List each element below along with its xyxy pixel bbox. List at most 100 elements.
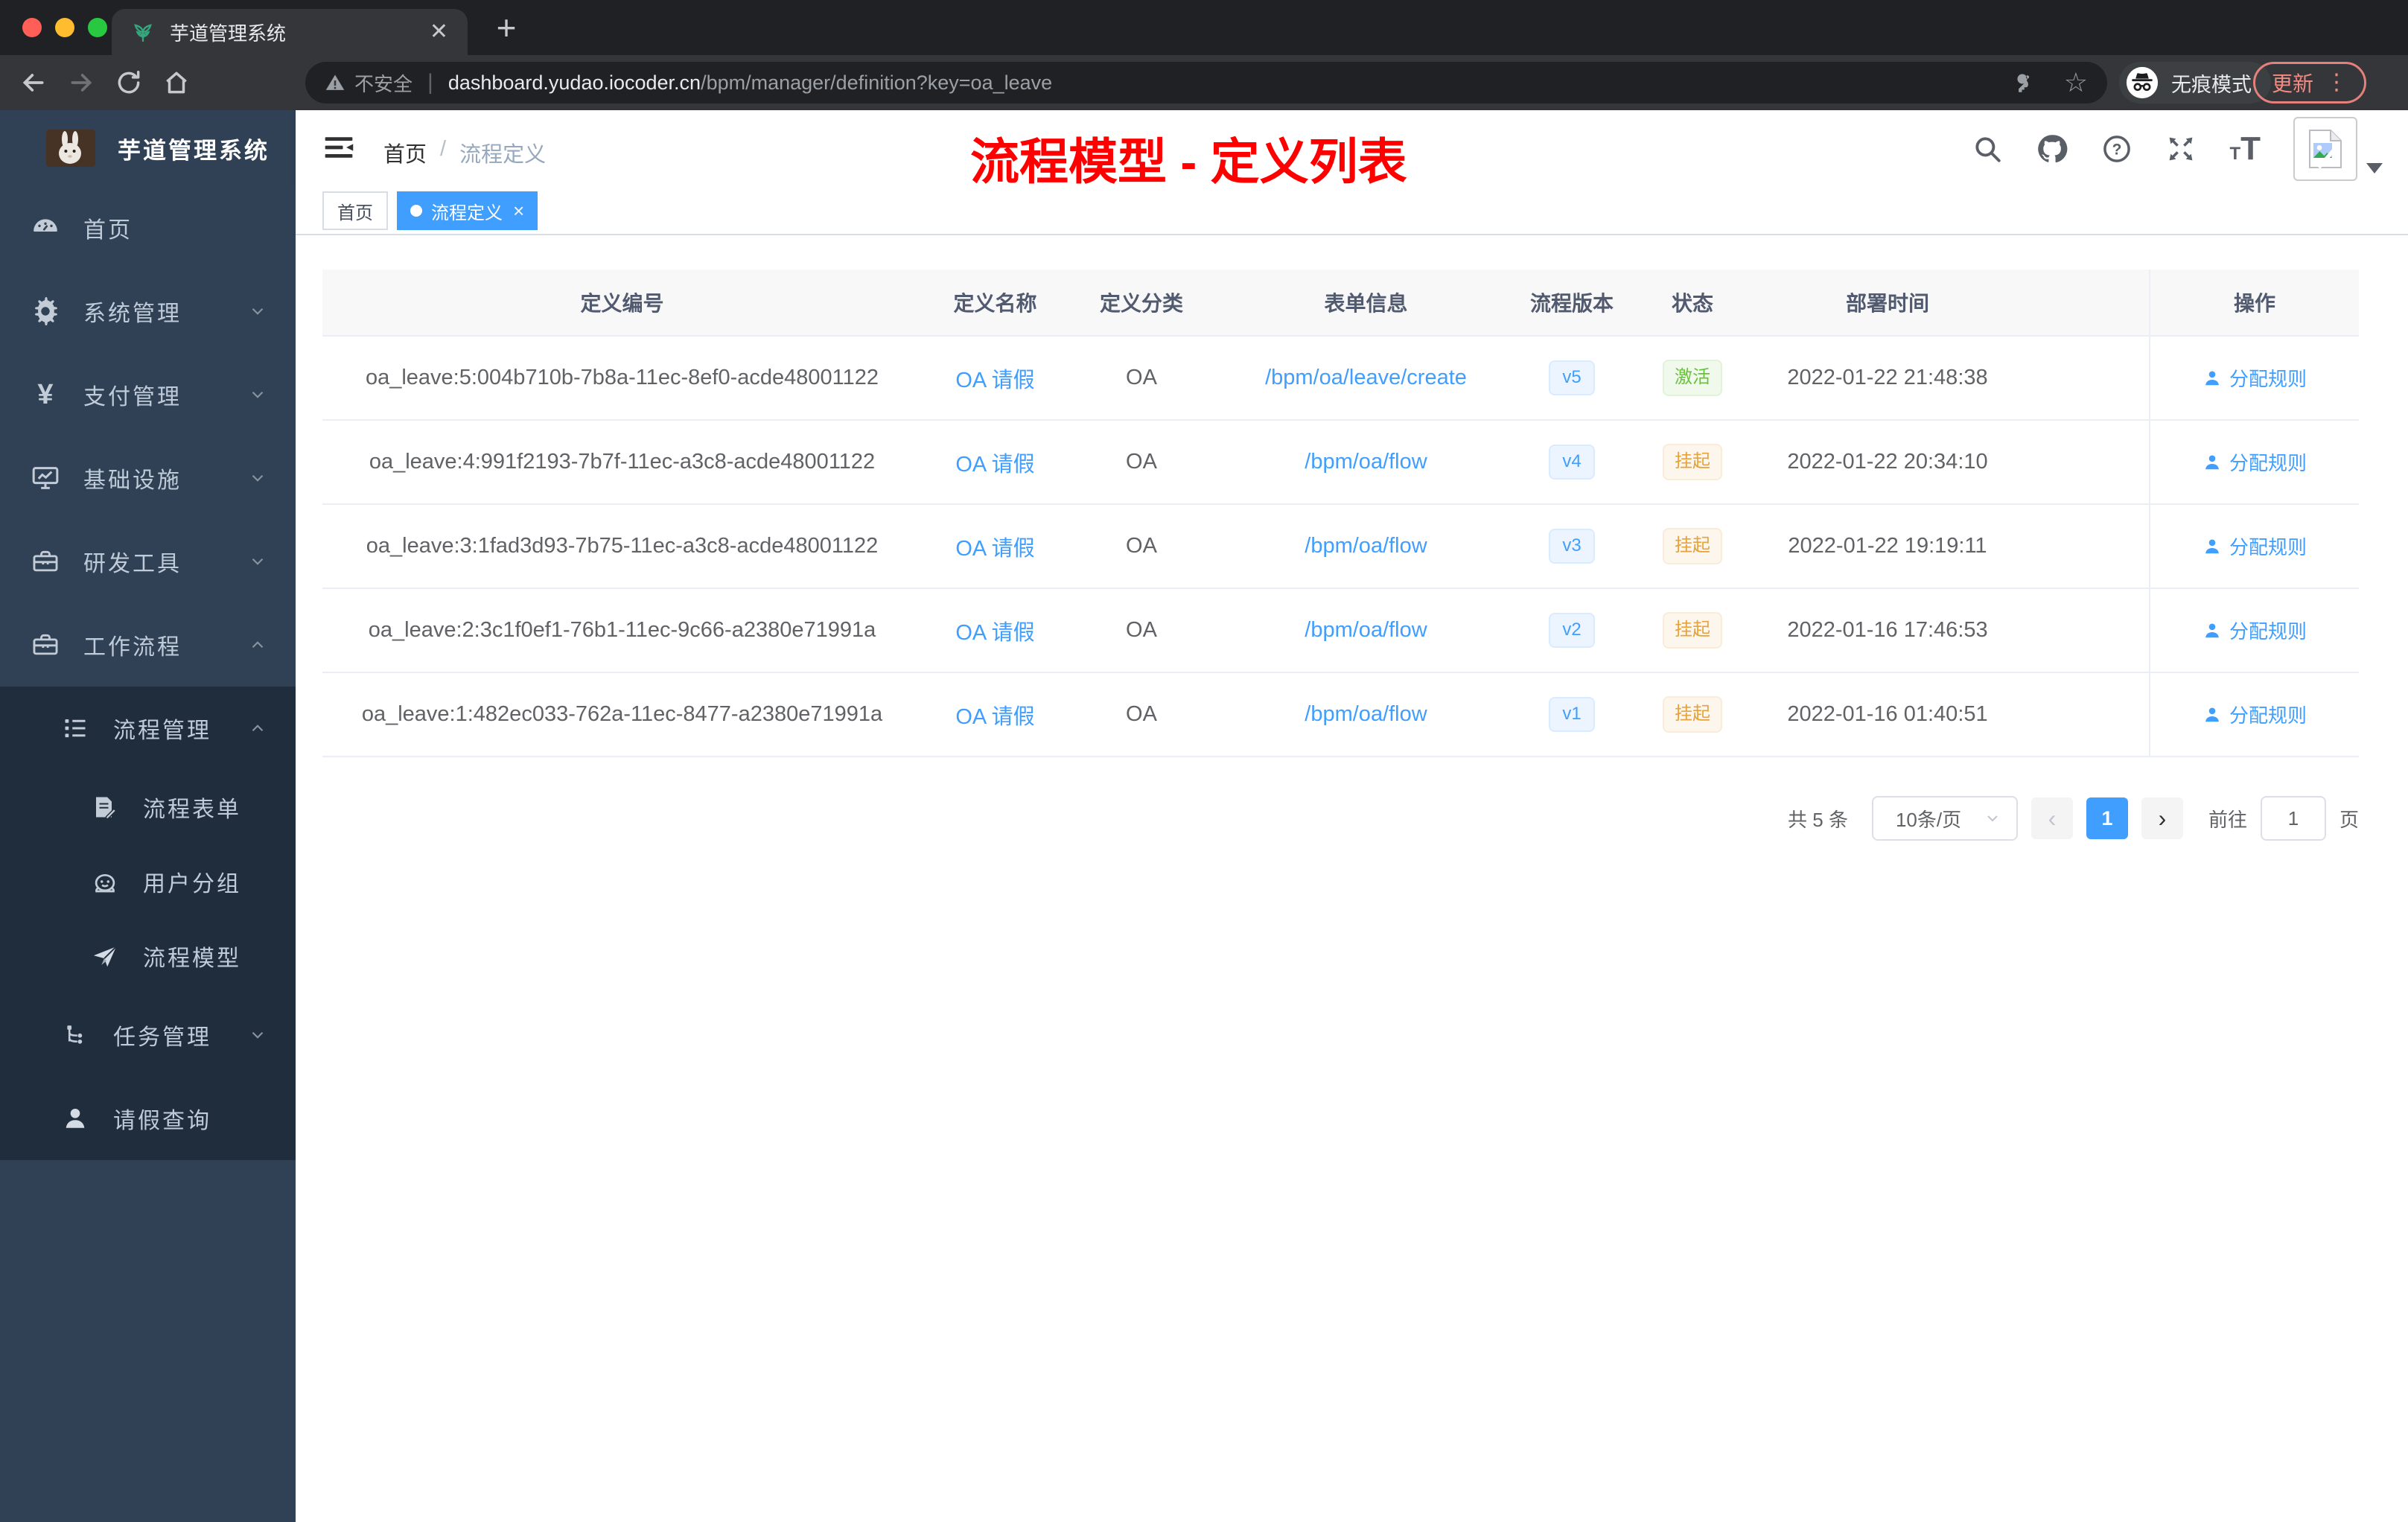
current-page-button[interactable]: 1 — [2086, 797, 2128, 839]
goto-page-input[interactable] — [2260, 796, 2326, 841]
address-bar[interactable]: 不安全 | dashboard.yudao.iocoder.cn/bpm/man… — [305, 62, 2107, 104]
sidebar-item-process-management[interactable]: 流程管理 — [0, 687, 296, 770]
window-minimize-button[interactable] — [55, 18, 74, 37]
sidebar-logo-row[interactable]: 芋道管理系统 — [0, 110, 296, 186]
gear-icon — [28, 297, 63, 325]
page-unit-label: 页 — [2339, 808, 2359, 831]
chevron-down-icon — [248, 552, 267, 571]
github-icon[interactable] — [2036, 133, 2068, 165]
assign-rule-link[interactable]: 分配规则 — [2202, 532, 2307, 560]
definition-name-link[interactable]: OA 请假 — [955, 537, 1034, 561]
tag-process-definition[interactable]: 流程定义 × — [397, 191, 538, 230]
status-badge: 挂起 — [1663, 528, 1722, 564]
sidebar-item-process-form[interactable]: 流程表单 — [0, 770, 296, 844]
url-divider: | — [427, 70, 433, 95]
definition-id: oa_leave:5:004b710b-7b8a-11ec-8ef0-acde4… — [365, 366, 879, 389]
form-link[interactable]: /bpm/oa/flow — [1305, 618, 1427, 642]
definition-name-link[interactable]: OA 请假 — [955, 705, 1034, 729]
definition-name-link[interactable]: OA 请假 — [955, 621, 1034, 645]
sidebar-item-leave-query[interactable]: 请假查询 — [0, 1077, 296, 1160]
svg-text:?: ? — [2112, 141, 2122, 158]
sidebar-item-label: 用户分组 — [143, 872, 241, 897]
paper-plane-icon — [88, 942, 122, 970]
sidebar-item-task-management[interactable]: 任务管理 — [0, 993, 296, 1077]
chevron-down-icon — [248, 385, 267, 404]
window-controls[interactable] — [22, 18, 107, 37]
deploy-time: 2022-01-16 17:46:53 — [1787, 618, 1988, 642]
assign-rule-link[interactable]: 分配规则 — [2202, 617, 2307, 644]
reload-icon[interactable] — [106, 55, 152, 110]
form-link[interactable]: /bpm/oa/flow — [1305, 702, 1427, 726]
deploy-time: 2022-01-22 20:34:10 — [1787, 450, 1988, 474]
search-icon[interactable] — [1972, 133, 2003, 165]
url-host[interactable]: dashboard.yudao.iocoder.cn — [448, 71, 701, 95]
navbar-actions: ? TT — [1972, 110, 2383, 188]
briefcase-icon — [28, 631, 63, 659]
column-header-form: 表单信息 — [1324, 292, 1408, 315]
font-size-icon[interactable]: TT — [2229, 133, 2261, 165]
form-link[interactable]: /bpm/oa/leave/create — [1265, 366, 1467, 389]
sidebar-item-label: 流程表单 — [143, 797, 241, 822]
sidebar-item-payment[interactable]: ¥ 支付管理 — [0, 353, 296, 436]
sidebar-item-workflow[interactable]: 工作流程 — [0, 603, 296, 687]
help-icon[interactable]: ? — [2101, 133, 2133, 165]
prev-page-button[interactable]: ‹ — [2030, 797, 2073, 839]
sidebar-item-user-group[interactable]: 用户分组 — [0, 844, 296, 919]
definition-name-link[interactable]: OA 请假 — [955, 453, 1034, 477]
forward-icon[interactable] — [58, 55, 104, 110]
tag-close-icon[interactable]: × — [513, 200, 524, 223]
definition-id: oa_leave:4:991f2193-7b7f-11ec-a3c8-acde4… — [369, 450, 876, 474]
sidebar-collapse-icon[interactable] — [322, 131, 355, 164]
user-avatar-menu[interactable] — [2293, 117, 2383, 181]
back-icon[interactable] — [10, 55, 57, 110]
new-tab-button[interactable]: + — [485, 8, 527, 47]
user-icon — [2205, 454, 2219, 469]
form-link[interactable]: /bpm/oa/flow — [1305, 450, 1427, 474]
window-zoom-button[interactable] — [88, 18, 107, 37]
tab-close-icon[interactable]: ✕ — [430, 21, 448, 43]
password-key-icon[interactable] — [2013, 70, 2039, 95]
definition-id: oa_leave:2:3c1f0ef1-76b1-11ec-9c66-a2380… — [368, 618, 876, 642]
security-label[interactable]: 不安全 — [354, 69, 413, 97]
sidebar-item-label: 流程管理 — [113, 719, 211, 743]
breadcrumb: 首页 / 流程定义 — [383, 137, 546, 168]
url-path[interactable]: /bpm/manager/definition?key=oa_leave — [701, 71, 1052, 95]
user-icon — [2205, 707, 2219, 722]
definition-category: OA — [1126, 450, 1157, 474]
sidebar-item-system[interactable]: 系统管理 — [0, 270, 296, 353]
sidebar-item-home[interactable]: 首页 — [0, 186, 296, 270]
tag-home[interactable]: 首页 — [322, 191, 388, 230]
chevron-up-icon — [248, 635, 267, 655]
page-content: 定义编号 定义名称 定义分类 表单信息 流程版本 状态 部署时间 操作 oa_l… — [296, 235, 2408, 841]
home-icon[interactable] — [153, 55, 200, 110]
browser-update-button[interactable]: 更新 ⋮ — [2253, 62, 2366, 104]
security-warning-icon[interactable] — [325, 72, 345, 93]
assign-rule-link[interactable]: 分配规则 — [2202, 448, 2307, 476]
definition-name-link[interactable]: OA 请假 — [955, 369, 1034, 392]
deploy-time: 2022-01-22 19:19:11 — [1788, 534, 1987, 558]
avatar-broken-image-icon[interactable] — [2293, 117, 2357, 181]
breadcrumb-home[interactable]: 首页 — [383, 137, 427, 168]
user-icon — [2205, 538, 2219, 553]
fullscreen-icon[interactable] — [2165, 133, 2197, 165]
incognito-label: 无痕模式 — [2171, 73, 2252, 96]
window-close-button[interactable] — [22, 18, 42, 37]
form-link[interactable]: /bpm/oa/flow — [1305, 534, 1427, 558]
definition-table: 定义编号 定义名称 定义分类 表单信息 流程版本 状态 部署时间 操作 oa_l… — [322, 270, 2359, 757]
sidebar-item-infrastructure[interactable]: 基础设施 — [0, 436, 296, 520]
assign-rule-link[interactable]: 分配规则 — [2202, 701, 2307, 728]
kebab-menu-icon[interactable]: ⋮ — [2325, 71, 2348, 94]
page-size-select[interactable]: 10条/页 — [1871, 796, 2018, 841]
sidebar-item-process-model[interactable]: 流程模型 — [0, 919, 296, 993]
incognito-icon — [2125, 66, 2159, 100]
sidebar-item-label: 请假查询 — [113, 1109, 211, 1133]
assign-rule-link[interactable]: 分配规则 — [2202, 364, 2307, 392]
bookmark-star-icon[interactable]: ☆ — [2064, 67, 2088, 98]
version-badge: v1 — [1549, 697, 1595, 732]
next-page-button[interactable]: › — [2141, 797, 2183, 839]
update-label[interactable]: 更新 — [2272, 68, 2313, 98]
main-area: 首页 / 流程定义 流程模型 - 定义列表 ? TT 首页 流程定义 × 定义编… — [296, 110, 2408, 1522]
sidebar-item-devtools[interactable]: 研发工具 — [0, 520, 296, 603]
table-header-row: 定义编号 定义名称 定义分类 表单信息 流程版本 状态 部署时间 操作 — [322, 270, 2359, 337]
browser-tab[interactable]: 芋道管理系统 ✕ — [112, 9, 468, 55]
